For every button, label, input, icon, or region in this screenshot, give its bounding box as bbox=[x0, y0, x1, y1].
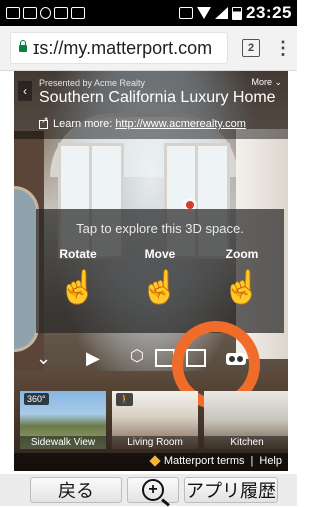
walk-icon: 🚶 bbox=[116, 393, 134, 406]
matterport-logo-icon bbox=[149, 455, 161, 467]
rotate-gesture-icon: ☝ bbox=[58, 269, 98, 305]
gesture-move: Move ☝ bbox=[122, 247, 198, 303]
learn-more-row: Learn more: http://www.acmerealty.com bbox=[39, 115, 246, 130]
help-link[interactable]: Help bbox=[259, 455, 282, 467]
footer-links: Matterport terms | Help bbox=[149, 455, 282, 467]
presented-by: Presented by Acme Realty bbox=[39, 78, 146, 88]
gesture-label: Rotate bbox=[59, 247, 97, 261]
360-badge: 360° bbox=[24, 393, 49, 405]
highlight-reel: 360° Sidewalk View 🚶 Living Room Kitchen bbox=[14, 391, 288, 449]
highlight-thumbnail[interactable]: 360° Sidewalk View bbox=[20, 391, 106, 449]
thumbnail-caption: Living Room bbox=[112, 436, 198, 449]
separator: | bbox=[250, 455, 254, 467]
mail-icon bbox=[23, 7, 37, 19]
gesture-label: Zoom bbox=[225, 247, 259, 261]
tutorial-text: Tap to explore this 3D space. bbox=[76, 221, 244, 236]
wifi-icon bbox=[197, 7, 212, 19]
browser-toolbar: ɪs://my.matterport.com 2 ⋮ bbox=[0, 26, 297, 71]
back-button[interactable]: 戻る bbox=[30, 477, 122, 503]
cast-icon bbox=[179, 7, 194, 19]
zoom-gesture-icon: ☝ bbox=[222, 269, 262, 305]
matterport-viewer[interactable]: ‹ Presented by Acme Realty More ⌄ Southe… bbox=[14, 71, 288, 471]
status-system-icons: 23:25 bbox=[179, 3, 292, 23]
gesture-label: Move bbox=[144, 247, 176, 261]
zoom-button[interactable]: + bbox=[127, 477, 179, 503]
dollhouse-icon[interactable]: ⬡ bbox=[130, 349, 144, 365]
signal-icon bbox=[215, 7, 229, 19]
tutorial-overlay[interactable]: Tap to explore this 3D space. Rotate ☝ M… bbox=[36, 209, 284, 333]
chevron-left-icon[interactable]: ‹ bbox=[18, 81, 32, 101]
external-link-icon bbox=[39, 115, 49, 129]
notification-icon bbox=[40, 7, 51, 19]
status-time: 23:25 bbox=[246, 3, 292, 22]
app-history-button[interactable]: アプリ履歴 bbox=[184, 477, 278, 503]
model-title: Southern California Luxury Home bbox=[39, 89, 276, 106]
play-icon[interactable]: ▶ bbox=[86, 349, 100, 367]
thumbnail-caption: Sidewalk View bbox=[20, 436, 106, 449]
photo-icon bbox=[54, 7, 68, 19]
status-bar: 23:25 bbox=[0, 0, 297, 26]
highlight-thumbnail[interactable]: 🚶 Living Room bbox=[112, 391, 198, 449]
system-nav-bar: 戻る + アプリ履歴 bbox=[0, 474, 297, 506]
gesture-rotate: Rotate ☝ bbox=[40, 247, 116, 303]
viewer-footer: Matterport terms | Help bbox=[14, 453, 288, 471]
more-button[interactable]: More ⌄ bbox=[251, 77, 282, 88]
url-bar[interactable]: ɪs://my.matterport.com bbox=[10, 32, 228, 64]
tab-switcher-button[interactable]: 2 bbox=[242, 39, 260, 57]
chevron-down-icon[interactable]: ⌄ bbox=[36, 349, 51, 367]
message-icon bbox=[6, 7, 20, 19]
highlight-thumbnail[interactable]: Kitchen bbox=[204, 391, 288, 449]
learn-more-link[interactable]: http://www.acmerealty.com bbox=[115, 118, 246, 130]
overflow-menu-icon[interactable]: ⋮ bbox=[274, 39, 292, 57]
status-notification-icons bbox=[6, 7, 85, 19]
viewer-header: ‹ Presented by Acme Realty More ⌄ Southe… bbox=[14, 71, 288, 139]
lock-icon bbox=[19, 39, 27, 52]
navigation-marker[interactable] bbox=[186, 201, 194, 209]
gesture-zoom: Zoom ☝ bbox=[204, 247, 280, 303]
move-gesture-icon: ☝ bbox=[140, 269, 180, 305]
zoom-in-icon: + bbox=[142, 479, 164, 501]
terms-link[interactable]: Matterport terms bbox=[164, 455, 245, 467]
learn-more-label: Learn more: bbox=[53, 118, 113, 130]
url-text[interactable]: ɪs://my.matterport.com bbox=[33, 38, 212, 59]
thumbnail-caption: Kitchen bbox=[204, 436, 288, 449]
battery-icon bbox=[232, 6, 243, 20]
news-icon bbox=[71, 7, 85, 19]
